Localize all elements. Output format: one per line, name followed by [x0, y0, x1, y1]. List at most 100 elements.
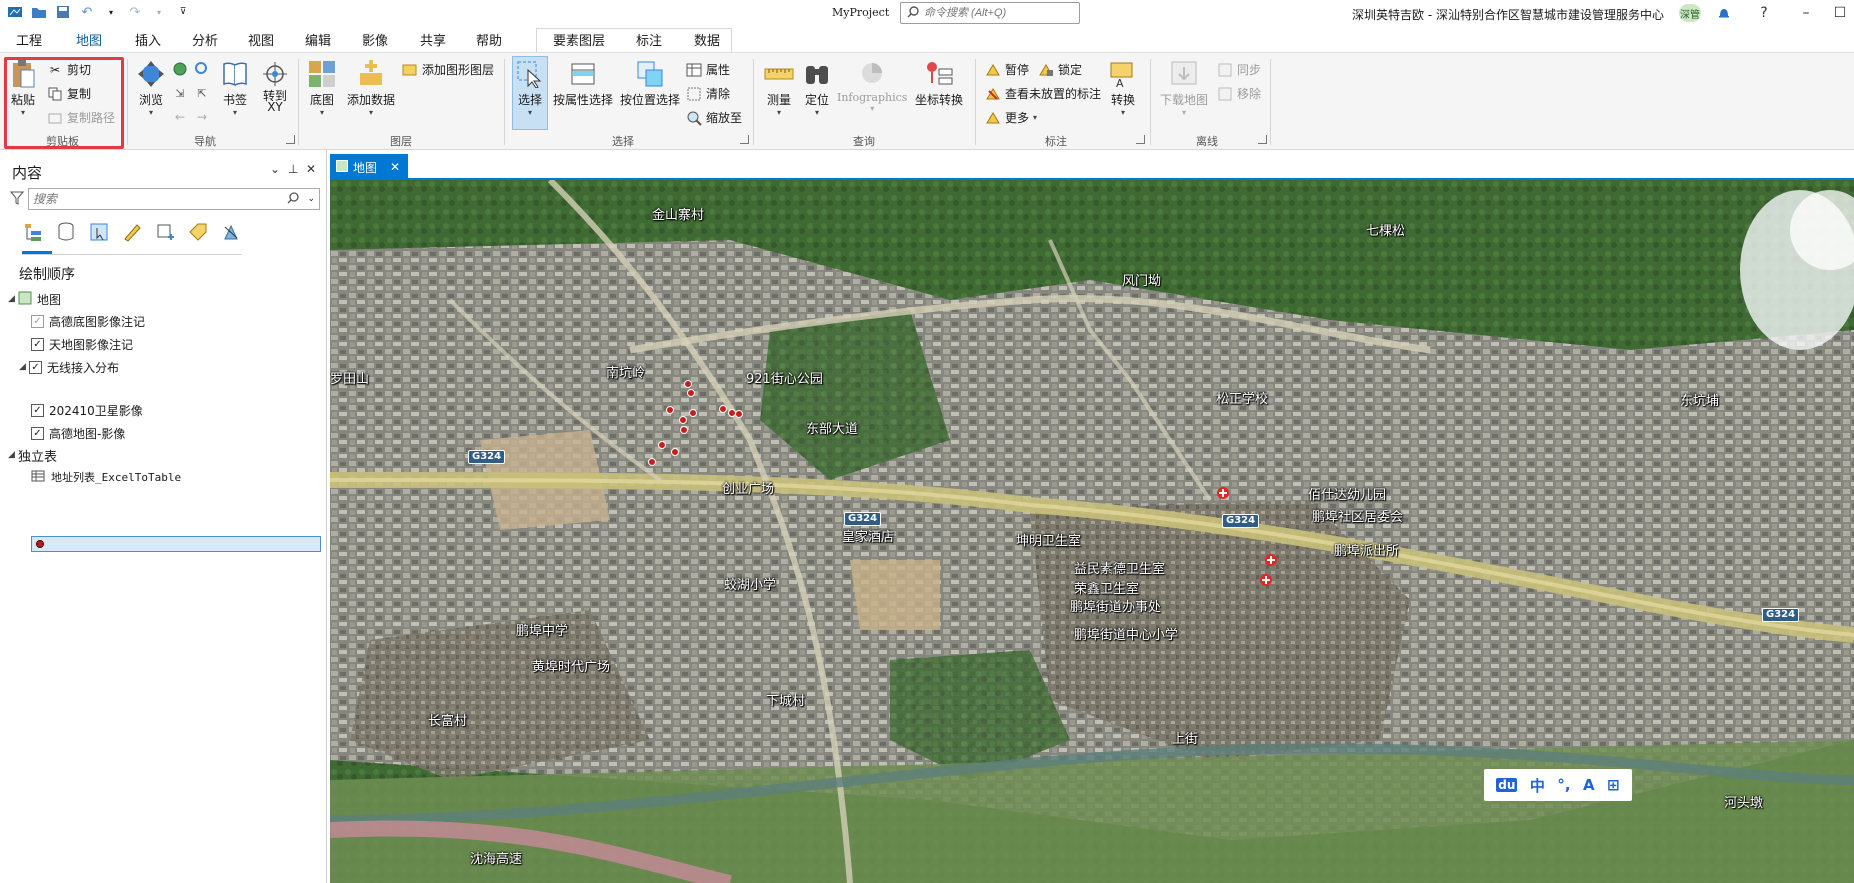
- select-by-location-button[interactable]: 按位置选择: [620, 59, 680, 108]
- layer-row[interactable]: ✓ 高德地图-影像: [31, 422, 125, 444]
- list-by-perspective-icon[interactable]: [220, 220, 242, 244]
- basemap-dropdown-icon[interactable]: ▾: [320, 108, 324, 117]
- explore-dropdown-icon[interactable]: ▾: [149, 108, 153, 117]
- locate-dropdown-icon[interactable]: ▾: [815, 108, 819, 117]
- cut-button[interactable]: ✂ 剪切: [47, 61, 91, 78]
- maximize-icon[interactable]: ☐: [1828, 3, 1852, 23]
- convert-labels-button[interactable]: A 转换 ▾: [1108, 59, 1138, 117]
- remove-offline-button[interactable]: 移除: [1217, 85, 1261, 102]
- navigate-launcher-icon[interactable]: [286, 135, 295, 144]
- download-map-button[interactable]: 下载地图 ▾: [1160, 59, 1208, 117]
- map-tree-node[interactable]: ◢ 地图: [8, 288, 61, 310]
- add-data-button[interactable]: 添加数据 ▾: [347, 59, 395, 117]
- undo-dropdown-icon[interactable]: ▾: [102, 4, 120, 20]
- lock-labeling-button[interactable]: 锁定: [1038, 61, 1082, 78]
- layer-symbol-row[interactable]: [31, 536, 321, 552]
- list-by-snapping-icon[interactable]: [154, 220, 176, 244]
- voice-icon[interactable]: A: [1583, 776, 1595, 794]
- tab-data[interactable]: 数据: [692, 30, 722, 52]
- convert-dropdown-icon[interactable]: ▾: [1121, 108, 1125, 117]
- redo-icon[interactable]: ↷: [126, 4, 144, 20]
- help-icon[interactable]: ?: [1752, 3, 1776, 23]
- tab-edit[interactable]: 编辑: [303, 30, 333, 52]
- open-project-icon[interactable]: [30, 4, 48, 20]
- customize-toolbar-icon[interactable]: ⊽: [174, 4, 192, 20]
- standalone-tables-node[interactable]: ◢ 独立表: [8, 444, 57, 466]
- copy-button[interactable]: 复制: [47, 85, 91, 102]
- account-name[interactable]: 深圳英特吉欧 - 深汕特别合作区智慧城市建设管理服务中心: [1352, 6, 1664, 23]
- tab-insert[interactable]: 插入: [133, 30, 163, 52]
- paste-button[interactable]: 粘贴 ▾: [8, 59, 38, 117]
- collapse-triangle-icon[interactable]: ◢: [8, 294, 18, 304]
- close-pane-icon[interactable]: ✕: [306, 162, 316, 176]
- select-by-attributes-button[interactable]: 按属性选择: [553, 59, 613, 108]
- view-unplaced-labels-button[interactable]: 查看未放置的标注: [985, 85, 1101, 102]
- zoom-to-layer-button[interactable]: [194, 61, 210, 77]
- labeling-launcher-icon[interactable]: [1136, 135, 1145, 144]
- layer-row[interactable]: ✓ 202410卫星影像: [31, 399, 143, 421]
- more-labeling-button[interactable]: 更多 ▾: [985, 109, 1037, 126]
- list-by-drawing-order-icon[interactable]: [22, 220, 44, 244]
- undo-icon[interactable]: ↶: [78, 4, 96, 20]
- tab-analysis[interactable]: 分析: [190, 30, 220, 52]
- clear-selection-button[interactable]: 清除: [686, 85, 730, 102]
- layer-visibility-checkbox[interactable]: ✓: [31, 403, 44, 417]
- tab-view[interactable]: 视图: [246, 30, 276, 52]
- measure-button[interactable]: 测量 ▾: [764, 59, 794, 117]
- next-extent-button[interactable]: →: [194, 109, 210, 125]
- auto-hide-pin-icon[interactable]: ⊥: [288, 162, 298, 176]
- punctuation-icon[interactable]: °,: [1557, 776, 1570, 794]
- fixed-zoom-out-button[interactable]: ⇱: [194, 85, 210, 101]
- fixed-zoom-in-button[interactable]: ⇲: [172, 85, 188, 101]
- layer-row[interactable]: ◢ ✓ 无线接入分布: [19, 356, 119, 378]
- avatar[interactable]: 深管: [1679, 4, 1701, 22]
- layer-row[interactable]: ✓ 天地图影像注记: [31, 333, 133, 355]
- sync-button[interactable]: 同步: [1217, 61, 1261, 78]
- layer-visibility-checkbox[interactable]: ✓: [31, 314, 44, 328]
- full-extent-button[interactable]: [172, 61, 188, 77]
- basemap-button[interactable]: 底图 ▾: [307, 59, 337, 117]
- apps-grid-icon[interactable]: ⊞: [1607, 776, 1620, 794]
- attributes-button[interactable]: 属性: [686, 61, 730, 78]
- layer-visibility-checkbox[interactable]: ✓: [31, 337, 44, 351]
- list-by-editing-icon[interactable]: [121, 220, 143, 244]
- explore-button[interactable]: 浏览 ▾: [136, 59, 166, 117]
- tab-help[interactable]: 帮助: [474, 30, 504, 52]
- measure-dropdown-icon[interactable]: ▾: [777, 108, 781, 117]
- baidu-logo-icon[interactable]: du: [1496, 778, 1518, 792]
- add-data-dropdown-icon[interactable]: ▾: [369, 108, 373, 117]
- copy-path-button[interactable]: 复制路径: [47, 109, 115, 126]
- list-by-labeling-icon[interactable]: [187, 220, 209, 244]
- pane-options-icon[interactable]: ⌄: [270, 162, 280, 176]
- tab-feature-layer[interactable]: 要素图层: [551, 30, 607, 52]
- command-search[interactable]: [900, 2, 1080, 24]
- go-to-xy-button[interactable]: 转到 XY: [260, 59, 290, 113]
- tab-project[interactable]: 工程: [14, 30, 44, 52]
- layer-row[interactable]: ✓ 高德底图影像注记: [31, 310, 145, 332]
- coordinate-conversion-button[interactable]: 坐标转换: [915, 59, 963, 108]
- download-map-dropdown-icon[interactable]: ▾: [1182, 108, 1186, 117]
- table-row[interactable]: 地址列表_ExcelToTable: [31, 466, 181, 488]
- tab-map[interactable]: 地图: [74, 30, 105, 54]
- command-search-input[interactable]: [924, 7, 1072, 19]
- red-point-symbol-icon[interactable]: [36, 540, 44, 548]
- select-button[interactable]: 选择 ▾: [515, 59, 545, 117]
- bookmarks-dropdown-icon[interactable]: ▾: [233, 108, 237, 117]
- add-graphics-layer-button[interactable]: 添加图形图层: [402, 61, 494, 78]
- notification-icon[interactable]: [1712, 3, 1736, 23]
- list-by-selection-icon[interactable]: [88, 220, 110, 244]
- contents-search-input[interactable]: [33, 192, 288, 206]
- infographics-dropdown-icon[interactable]: ▾: [870, 104, 874, 113]
- contents-search-box[interactable]: ⌄: [28, 188, 320, 210]
- collapse-triangle-icon[interactable]: ◢: [8, 450, 18, 460]
- redo-dropdown-icon[interactable]: ▾: [150, 4, 168, 20]
- map-view-tab[interactable]: 地图 ✕: [330, 154, 408, 180]
- tab-share[interactable]: 共享: [418, 30, 448, 52]
- map-input-widget[interactable]: du 中 °, A ⊞: [1484, 769, 1632, 801]
- minimize-icon[interactable]: –: [1794, 3, 1818, 23]
- pause-labeling-button[interactable]: 暂停: [985, 61, 1029, 78]
- tab-labeling[interactable]: 标注: [634, 30, 664, 52]
- select-dropdown-icon[interactable]: ▾: [528, 108, 532, 117]
- locate-button[interactable]: 定位 ▾: [802, 59, 832, 117]
- tab-imagery[interactable]: 影像: [360, 30, 390, 52]
